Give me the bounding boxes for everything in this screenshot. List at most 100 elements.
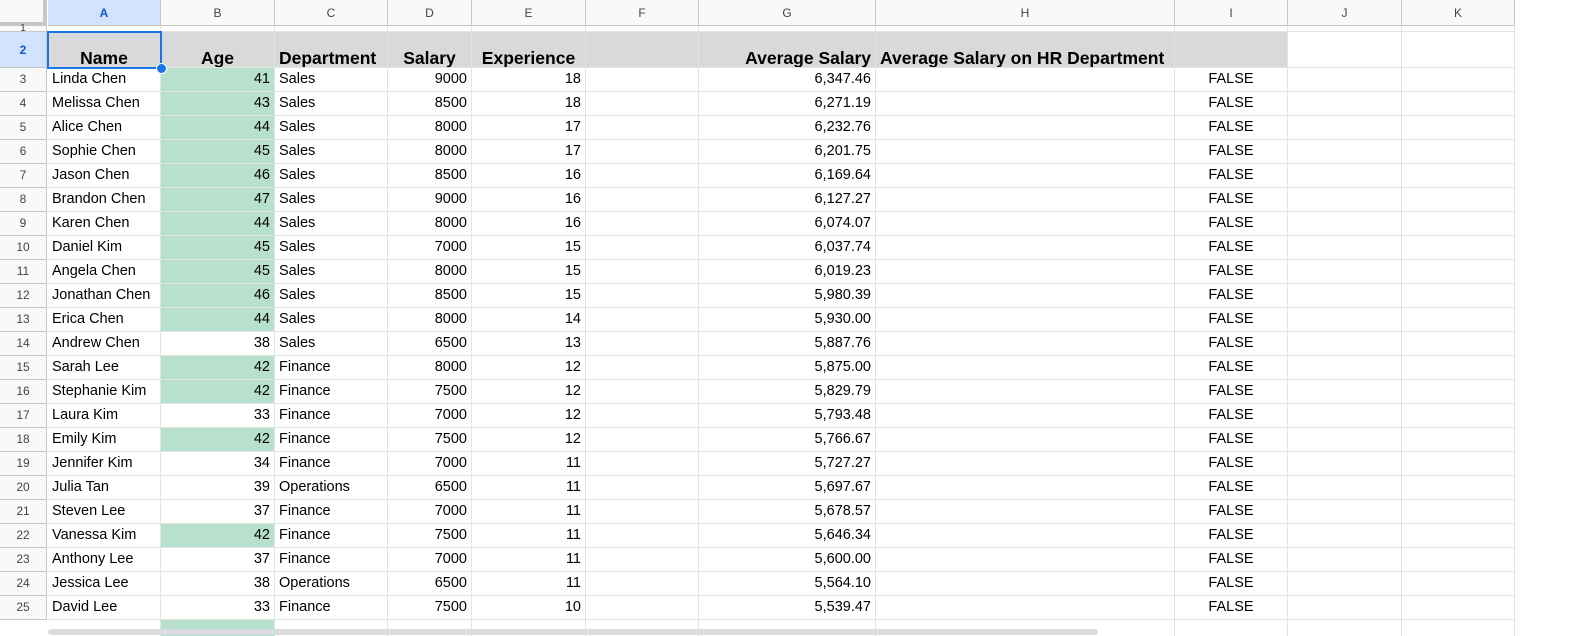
salary-cell[interactable]: 9000: [388, 188, 472, 212]
cell[interactable]: [1402, 476, 1515, 500]
cell[interactable]: [876, 332, 1175, 356]
flag-cell[interactable]: FALSE: [1175, 308, 1288, 332]
header-average-salary-hr[interactable]: Average Salary on HR Department: [876, 32, 1175, 68]
column-header-e[interactable]: E: [472, 0, 586, 26]
department-cell[interactable]: Finance: [275, 428, 388, 452]
average-salary-cell[interactable]: 5,727.27: [699, 452, 876, 476]
cell[interactable]: [1288, 452, 1402, 476]
row-header-20[interactable]: 20: [0, 476, 47, 500]
cell[interactable]: [1402, 308, 1515, 332]
cell[interactable]: [1402, 116, 1515, 140]
cell[interactable]: [586, 164, 699, 188]
name-cell[interactable]: Angela Chen: [48, 260, 161, 284]
experience-cell[interactable]: 11: [472, 452, 586, 476]
cell[interactable]: [876, 236, 1175, 260]
cell[interactable]: [1288, 140, 1402, 164]
name-cell[interactable]: Jennifer Kim: [48, 452, 161, 476]
experience-cell[interactable]: 15: [472, 284, 586, 308]
cell[interactable]: [586, 68, 699, 92]
salary-cell[interactable]: 7500: [388, 524, 472, 548]
row-header-15[interactable]: 15: [0, 356, 47, 380]
age-cell[interactable]: 38: [161, 572, 275, 596]
average-salary-cell[interactable]: 6,074.07: [699, 212, 876, 236]
header-age[interactable]: Age: [161, 32, 275, 68]
column-header-c[interactable]: C: [275, 0, 388, 26]
row-header-24[interactable]: 24: [0, 572, 47, 596]
cell[interactable]: [876, 188, 1175, 212]
cell[interactable]: [586, 524, 699, 548]
cell[interactable]: [586, 308, 699, 332]
cell[interactable]: [586, 260, 699, 284]
department-cell[interactable]: Sales: [275, 236, 388, 260]
salary-cell[interactable]: 7000: [388, 500, 472, 524]
cell[interactable]: [1288, 236, 1402, 260]
age-cell[interactable]: 47: [161, 188, 275, 212]
average-salary-cell[interactable]: 5,875.00: [699, 356, 876, 380]
name-cell[interactable]: Linda Chen: [48, 68, 161, 92]
experience-cell[interactable]: 16: [472, 164, 586, 188]
department-cell[interactable]: Sales: [275, 284, 388, 308]
salary-cell[interactable]: 8000: [388, 260, 472, 284]
cell[interactable]: [1288, 332, 1402, 356]
header-department[interactable]: Department: [275, 32, 388, 68]
cell[interactable]: [876, 308, 1175, 332]
header-empty[interactable]: [586, 32, 699, 68]
flag-cell[interactable]: FALSE: [1175, 404, 1288, 428]
flag-cell[interactable]: FALSE: [1175, 500, 1288, 524]
department-cell[interactable]: Finance: [275, 596, 388, 620]
flag-cell[interactable]: FALSE: [1175, 428, 1288, 452]
department-cell[interactable]: Sales: [275, 164, 388, 188]
column-header-k[interactable]: K: [1402, 0, 1515, 26]
row-header-14[interactable]: 14: [0, 332, 47, 356]
average-salary-cell[interactable]: 5,564.10: [699, 572, 876, 596]
column-header-h[interactable]: H: [876, 0, 1175, 26]
average-salary-cell[interactable]: 6,347.46: [699, 68, 876, 92]
salary-cell[interactable]: 7000: [388, 452, 472, 476]
name-cell[interactable]: Anthony Lee: [48, 548, 161, 572]
cell[interactable]: [586, 572, 699, 596]
cell[interactable]: [1288, 596, 1402, 620]
cell[interactable]: [586, 428, 699, 452]
age-cell[interactable]: 44: [161, 308, 275, 332]
cell[interactable]: [876, 548, 1175, 572]
salary-cell[interactable]: 7500: [388, 596, 472, 620]
column-header-g[interactable]: G: [699, 0, 876, 26]
cell[interactable]: [876, 212, 1175, 236]
cell[interactable]: [586, 404, 699, 428]
department-cell[interactable]: Sales: [275, 332, 388, 356]
cell[interactable]: [1402, 596, 1515, 620]
cell[interactable]: [1288, 116, 1402, 140]
cell[interactable]: [1402, 332, 1515, 356]
cell[interactable]: [1402, 428, 1515, 452]
average-salary-cell[interactable]: 6,037.74: [699, 236, 876, 260]
age-cell[interactable]: 46: [161, 284, 275, 308]
department-cell[interactable]: Finance: [275, 356, 388, 380]
experience-cell[interactable]: 12: [472, 380, 586, 404]
salary-cell[interactable]: 8500: [388, 164, 472, 188]
cell[interactable]: [1402, 452, 1515, 476]
experience-cell[interactable]: 11: [472, 500, 586, 524]
average-salary-cell[interactable]: 6,127.27: [699, 188, 876, 212]
cell[interactable]: [1288, 260, 1402, 284]
age-cell[interactable]: 39: [161, 476, 275, 500]
flag-cell[interactable]: FALSE: [1175, 140, 1288, 164]
fill-handle[interactable]: [156, 63, 167, 74]
flag-cell[interactable]: FALSE: [1175, 524, 1288, 548]
age-cell[interactable]: 43: [161, 92, 275, 116]
cell[interactable]: [876, 68, 1175, 92]
cell[interactable]: [1288, 476, 1402, 500]
cell[interactable]: [1402, 68, 1515, 92]
flag-cell[interactable]: FALSE: [1175, 212, 1288, 236]
row-header-21[interactable]: 21: [0, 500, 47, 524]
experience-cell[interactable]: 14: [472, 308, 586, 332]
name-cell[interactable]: Alice Chen: [48, 116, 161, 140]
name-cell[interactable]: Karen Chen: [48, 212, 161, 236]
name-cell[interactable]: Erica Chen: [48, 308, 161, 332]
experience-cell[interactable]: 13: [472, 332, 586, 356]
cell[interactable]: [1402, 548, 1515, 572]
cell[interactable]: [586, 332, 699, 356]
column-header-b[interactable]: B: [161, 0, 275, 26]
flag-cell[interactable]: FALSE: [1175, 92, 1288, 116]
cell[interactable]: [1402, 620, 1515, 636]
experience-cell[interactable]: 15: [472, 260, 586, 284]
